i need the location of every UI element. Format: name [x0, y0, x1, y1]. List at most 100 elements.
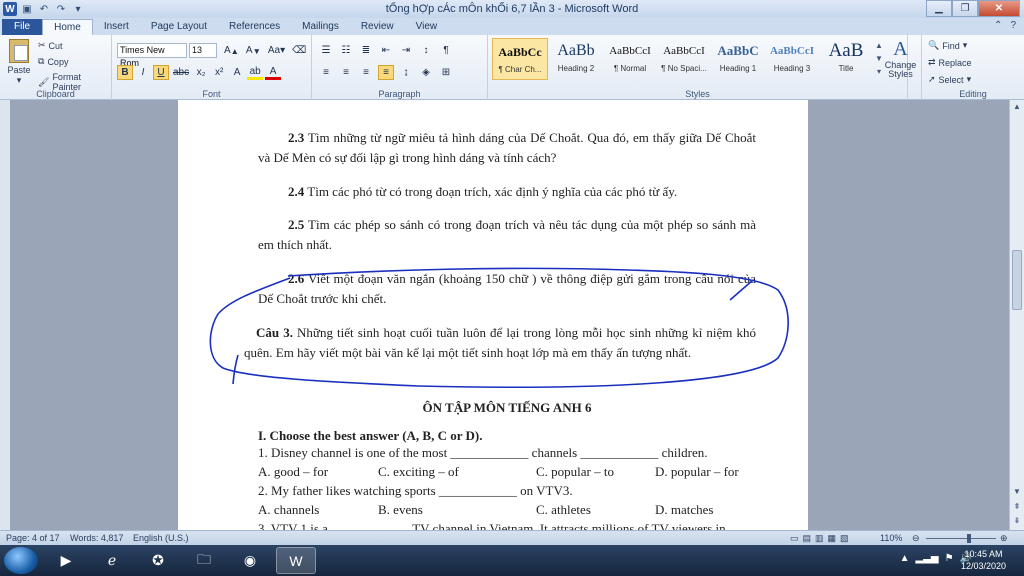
zoom-out-icon[interactable]: ⊖ — [912, 533, 920, 544]
tab-mailings[interactable]: Mailings — [291, 19, 350, 35]
clear-formatting-icon[interactable]: ⌫ — [290, 43, 308, 58]
start-button[interactable] — [4, 547, 38, 574]
style-heading-3[interactable]: AaBbCcI Heading 3 — [764, 38, 820, 80]
shrink-font-icon[interactable]: A ▼ — [244, 43, 263, 58]
change-case-icon[interactable]: Aa▾ — [266, 43, 287, 58]
bullets-icon[interactable]: ☰ — [318, 43, 334, 58]
page-count[interactable]: Page: 4 of 17 — [6, 533, 60, 543]
document-page[interactable]: 2.3 Tìm những từ ngữ miêu tả hình dáng c… — [178, 100, 808, 530]
emblem-app-icon[interactable]: ✪ — [138, 547, 178, 574]
vertical-scrollbar[interactable]: ▲ ▼ ⇞ ⇟ — [1009, 100, 1024, 530]
paragraph-cau-3[interactable]: Câu 3. Những tiết sinh hoạt cuối tuần lu… — [244, 323, 756, 363]
option-a[interactable]: A. channels — [258, 502, 319, 518]
redo-icon[interactable]: ↷ — [54, 2, 68, 16]
tab-review[interactable]: Review — [350, 19, 405, 35]
tab-file[interactable]: File — [2, 19, 43, 35]
option-c[interactable]: C. athletes — [536, 502, 591, 518]
undo-icon[interactable]: ↶ — [37, 2, 51, 16]
word-count[interactable]: Words: 4,817 — [70, 533, 123, 543]
word-taskbar-icon[interactable]: W — [276, 547, 316, 574]
zoom-in-icon[interactable]: ⊕ — [1000, 533, 1008, 544]
option-d[interactable]: D. popular – for — [655, 464, 739, 480]
tab-references[interactable]: References — [218, 19, 291, 35]
question-3[interactable]: 3. VTV 1 is a ____________ TV channel in… — [258, 521, 756, 530]
underline-button[interactable]: U — [153, 65, 169, 80]
font-color-icon[interactable]: A — [265, 65, 282, 80]
align-center-icon[interactable]: ≡ — [338, 65, 354, 80]
clock[interactable]: 10:45 AM 12/03/2020 — [961, 548, 1006, 572]
highlight-icon[interactable]: ab — [247, 65, 264, 80]
style-char-char[interactable]: AaBbCc ¶ Char Ch... — [492, 38, 548, 80]
sort-icon[interactable]: ↕ — [418, 43, 434, 58]
action-center-icon[interactable]: ⚑ — [945, 553, 954, 564]
scroll-down-icon[interactable]: ▼ — [1010, 485, 1024, 499]
option-d[interactable]: D. matches — [655, 502, 713, 518]
shading-icon[interactable]: ◈ — [418, 65, 434, 80]
paragraph-2-4[interactable]: 2.4 Tìm các phó từ có trong đoạn trích, … — [258, 182, 756, 202]
internet-explorer-icon[interactable]: ℯ — [92, 547, 132, 574]
option-b[interactable]: C. exciting – of — [378, 464, 459, 480]
previous-page-icon[interactable]: ⇞ — [1010, 500, 1024, 514]
tab-page-layout[interactable]: Page Layout — [140, 19, 218, 35]
borders-icon[interactable]: ⊞ — [438, 65, 454, 80]
superscript-button[interactable]: x² — [211, 65, 227, 80]
line-spacing-icon[interactable]: ↨ — [398, 65, 414, 80]
replace-button[interactable]: ⇄ Replace — [928, 57, 972, 68]
cut-button[interactable]: ✂ Cut — [38, 40, 63, 51]
style-no-spacing[interactable]: AaBbCcI ¶ No Spaci... — [656, 38, 712, 80]
style-title[interactable]: AaB Title — [818, 38, 874, 80]
style-normal[interactable]: AaBbCcI ¶ Normal — [602, 38, 658, 80]
chrome-icon[interactable]: ◉ — [230, 547, 270, 574]
scroll-up-icon[interactable]: ▲ — [1010, 100, 1024, 114]
tab-insert[interactable]: Insert — [93, 19, 140, 35]
scroll-thumb[interactable] — [1012, 250, 1022, 310]
show-hidden-icons[interactable]: ▲ — [900, 553, 910, 564]
align-left-icon[interactable]: ≡ — [318, 65, 334, 80]
copy-button[interactable]: ⧉ Copy — [38, 56, 68, 67]
strikethrough-button[interactable]: abc — [171, 65, 191, 80]
view-buttons-icon[interactable]: ▭▤▥▦▧ — [790, 533, 853, 544]
zoom-slider[interactable] — [926, 538, 996, 539]
italic-button[interactable]: I — [135, 65, 151, 80]
maximize-button[interactable]: ❐ — [952, 0, 978, 17]
zoom-level[interactable]: 110% — [880, 533, 902, 543]
select-button[interactable]: ➚ Select ▾ — [928, 74, 971, 85]
font-size-select[interactable]: 13 — [189, 43, 217, 58]
file-explorer-icon[interactable]: 🗀 — [184, 547, 224, 574]
help-icon[interactable]: ? — [1010, 20, 1016, 31]
change-styles-button[interactable]: A Change Styles — [880, 35, 922, 100]
paste-button[interactable]: Paste ▾ — [6, 39, 32, 86]
option-a[interactable]: A. good – for — [258, 464, 328, 480]
style-heading-1[interactable]: AaBbC Heading 1 — [710, 38, 766, 80]
save-icon[interactable]: ▣ — [20, 2, 34, 16]
decrease-indent-icon[interactable]: ⇤ — [378, 43, 394, 58]
multilevel-list-icon[interactable]: ≣ — [358, 43, 374, 58]
customize-toolbar-icon[interactable]: ▾ — [71, 2, 85, 16]
word-logo-icon[interactable]: W — [3, 2, 17, 16]
increase-indent-icon[interactable]: ⇥ — [398, 43, 414, 58]
style-heading-2[interactable]: AaBb Heading 2 — [548, 38, 604, 80]
grow-font-icon[interactable]: A ▲ — [222, 43, 241, 58]
paragraph-2-5[interactable]: 2.5 Tìm các phép so sánh có trong đoạn t… — [258, 215, 756, 255]
option-c[interactable]: C. popular – to — [536, 464, 614, 480]
minimize-button[interactable]: ▁ — [926, 0, 952, 17]
font-family-select[interactable]: Times New Rom — [117, 43, 187, 68]
question-2[interactable]: 2. My father likes watching sports _____… — [258, 483, 756, 499]
tab-home[interactable]: Home — [42, 19, 93, 35]
find-button[interactable]: 🔍 Find ▾ — [928, 40, 967, 51]
language[interactable]: English (U.S.) — [133, 533, 189, 543]
vertical-ruler[interactable] — [0, 100, 10, 530]
minimize-ribbon-icon[interactable]: ⌃ — [994, 20, 1002, 31]
tab-view[interactable]: View — [405, 19, 449, 35]
paragraph-2-3[interactable]: 2.3 Tìm những từ ngữ miêu tả hình dáng c… — [258, 128, 756, 168]
close-button[interactable]: ✕ — [978, 0, 1020, 17]
question-1[interactable]: 1. Disney channel is one of the most ___… — [258, 445, 756, 461]
numbering-icon[interactable]: ☷ — [338, 43, 354, 58]
bold-button[interactable]: B — [117, 65, 133, 80]
align-right-icon[interactable]: ≡ — [358, 65, 374, 80]
subscript-button[interactable]: x₂ — [193, 65, 209, 80]
zoom-slider-thumb[interactable] — [967, 534, 971, 543]
show-formatting-icon[interactable]: ¶ — [438, 43, 454, 58]
option-b[interactable]: B. evens — [378, 502, 423, 518]
justify-icon[interactable]: ≡ — [378, 65, 394, 80]
